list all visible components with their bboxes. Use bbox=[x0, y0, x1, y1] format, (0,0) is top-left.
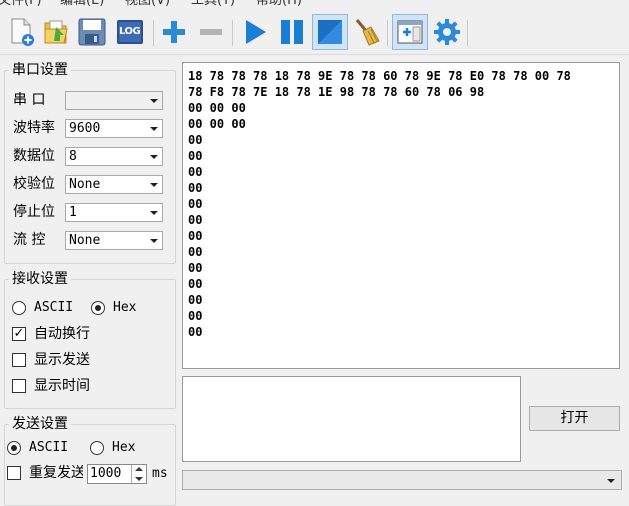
stop-bits-select[interactable]: 1 bbox=[65, 203, 163, 222]
send-hex-radio[interactable] bbox=[90, 441, 104, 455]
auto-wrap-checkbox[interactable]: ✓ bbox=[12, 327, 26, 341]
repeat-interval-value: 1000 bbox=[90, 466, 122, 481]
repeat-interval-unit: ms bbox=[152, 466, 168, 481]
save-button[interactable] bbox=[76, 16, 108, 48]
chevron-down-icon bbox=[607, 479, 615, 483]
parity-label: 校验位 bbox=[13, 176, 55, 192]
send-ascii-radio[interactable] bbox=[7, 441, 21, 455]
data-bits-select[interactable]: 8 bbox=[65, 147, 163, 166]
stop-bits-value: 1 bbox=[69, 205, 77, 220]
clear-broom-icon bbox=[355, 19, 380, 46]
start-button[interactable] bbox=[239, 16, 271, 48]
log-button[interactable]: LOG bbox=[114, 16, 146, 48]
menu-edit[interactable]: 编辑(E) bbox=[60, 0, 104, 8]
send-settings-title: 发送设置 bbox=[9, 416, 71, 432]
receive-hex-radio[interactable] bbox=[91, 301, 105, 315]
add-icon bbox=[163, 21, 185, 43]
toolbar-separator bbox=[387, 20, 388, 46]
send-history-select[interactable] bbox=[182, 470, 622, 490]
show-time-label: 显示时间 bbox=[34, 378, 90, 394]
show-send-checkbox[interactable] bbox=[12, 353, 26, 367]
chevron-down-icon bbox=[150, 155, 158, 159]
baud-value: 9600 bbox=[69, 121, 101, 136]
baud-label: 波特率 bbox=[13, 120, 55, 136]
new-file-icon bbox=[11, 18, 34, 46]
data-bits-value: 8 bbox=[69, 149, 77, 164]
settings-gear-icon bbox=[434, 19, 460, 45]
receive-settings-group bbox=[4, 279, 176, 409]
receive-ascii-radio[interactable] bbox=[12, 301, 26, 315]
receive-hex-label: Hex bbox=[113, 300, 137, 315]
port-label: 串 口 bbox=[13, 92, 46, 108]
toolbar-separator bbox=[153, 20, 154, 46]
toolbar: LOG bbox=[0, 8, 629, 55]
receive-ascii-label: ASCII bbox=[34, 300, 74, 315]
menu-help[interactable]: 帮助(H) bbox=[256, 0, 302, 8]
flow-control-select[interactable]: None bbox=[65, 231, 163, 250]
open-port-button[interactable]: 打开 bbox=[529, 406, 620, 431]
remove-button[interactable] bbox=[195, 16, 227, 48]
spin-buttons[interactable] bbox=[131, 465, 146, 483]
receive-settings-title: 接收设置 bbox=[9, 271, 71, 287]
repeat-send-checkbox[interactable] bbox=[7, 466, 21, 480]
pause-icon bbox=[281, 20, 303, 44]
window-add-icon bbox=[397, 20, 423, 44]
data-bits-label: 数据位 bbox=[13, 148, 55, 164]
send-text-area[interactable] bbox=[182, 376, 521, 462]
menu-file[interactable]: 文件(F) bbox=[0, 0, 42, 8]
menu-bar: 文件(F) 编辑(E) 视图(V) 工具(T) 帮助(H) bbox=[0, 0, 629, 8]
menu-view[interactable]: 视图(V) bbox=[125, 0, 170, 8]
auto-wrap-label: 自动换行 bbox=[34, 326, 90, 342]
show-time-checkbox[interactable] bbox=[12, 379, 26, 393]
new-file-button[interactable] bbox=[6, 16, 38, 48]
chevron-down-icon bbox=[150, 239, 158, 243]
toolbar-separator bbox=[467, 20, 468, 46]
serial-settings-title: 串口设置 bbox=[9, 62, 71, 78]
receive-text-area[interactable]: 18 78 78 78 18 78 9E 78 78 60 78 9E 78 E… bbox=[182, 62, 620, 369]
flow-control-value: None bbox=[69, 233, 101, 248]
send-hex-label: Hex bbox=[112, 440, 136, 455]
spin-down-icon[interactable] bbox=[132, 474, 146, 483]
flow-control-label: 流 控 bbox=[13, 232, 46, 248]
chevron-down-icon bbox=[150, 183, 158, 187]
receive-text-content: 18 78 78 78 18 78 9E 78 78 60 78 9E 78 E… bbox=[188, 69, 571, 339]
chevron-down-icon bbox=[150, 211, 158, 215]
settings-button[interactable] bbox=[431, 16, 463, 48]
menu-tools[interactable]: 工具(T) bbox=[191, 0, 235, 8]
stop-button[interactable] bbox=[312, 14, 348, 50]
open-folder-icon bbox=[44, 20, 68, 44]
parity-value: None bbox=[69, 177, 101, 192]
send-ascii-label: ASCII bbox=[29, 440, 69, 455]
window-button[interactable] bbox=[392, 14, 428, 50]
chevron-down-icon bbox=[150, 127, 158, 131]
open-button[interactable] bbox=[40, 16, 72, 48]
save-icon bbox=[78, 18, 106, 46]
stop-bits-label: 停止位 bbox=[13, 204, 55, 220]
show-send-label: 显示发送 bbox=[34, 352, 90, 368]
clear-button[interactable] bbox=[350, 16, 382, 48]
parity-select[interactable]: None bbox=[65, 175, 163, 194]
remove-icon bbox=[200, 29, 222, 35]
baud-select[interactable]: 9600 bbox=[65, 119, 163, 138]
spin-up-icon[interactable] bbox=[132, 465, 146, 474]
log-label: LOG bbox=[119, 26, 141, 37]
repeat-send-label: 重复发送 bbox=[29, 465, 83, 481]
port-select[interactable] bbox=[65, 91, 163, 110]
play-icon bbox=[246, 20, 266, 44]
stop-icon bbox=[318, 20, 342, 44]
toolbar-separator bbox=[232, 20, 233, 46]
pause-button[interactable] bbox=[276, 16, 308, 48]
repeat-interval-stepper[interactable]: 1000 bbox=[87, 464, 147, 484]
add-button[interactable] bbox=[158, 16, 190, 48]
chevron-down-icon bbox=[150, 99, 158, 103]
